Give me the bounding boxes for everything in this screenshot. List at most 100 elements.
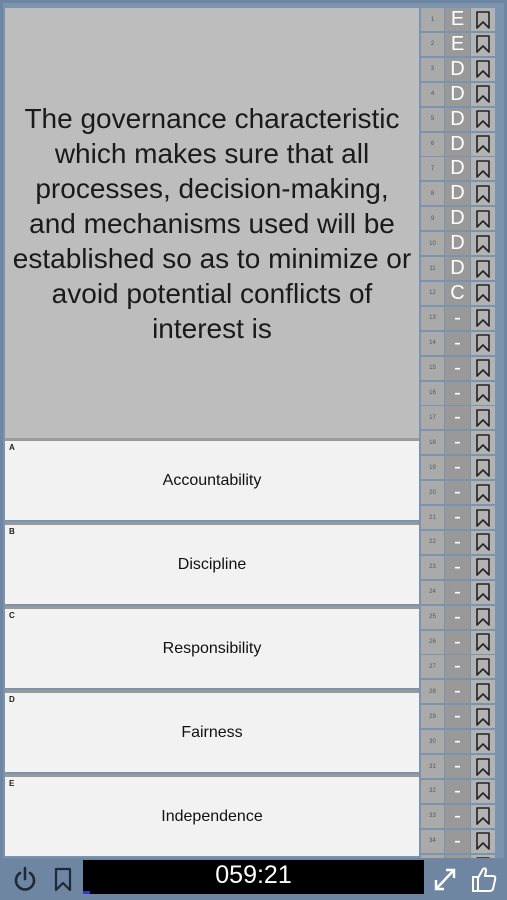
question-answer-status[interactable]: E [445,32,470,56]
question-number[interactable]: 17 [421,406,444,430]
question-answer-status[interactable]: - [445,555,470,579]
bookmark-icon[interactable] [471,431,495,455]
question-nav-row[interactable]: 27- [421,655,496,679]
question-number[interactable]: 28 [421,680,444,704]
bookmark-icon[interactable] [471,331,495,355]
bookmark-icon[interactable] [471,381,495,405]
bookmark-icon[interactable] [471,680,495,704]
question-number[interactable]: 15 [421,356,444,380]
question-number[interactable]: 33 [421,804,444,828]
question-answer-status[interactable]: - [445,630,470,654]
question-number[interactable]: 32 [421,779,444,803]
question-answer-status[interactable]: - [445,481,470,505]
question-answer-status[interactable]: D [445,257,470,280]
question-nav-row[interactable]: 1E [421,8,496,32]
answer-option-b[interactable]: B Discipline [5,522,419,604]
question-number[interactable]: 16 [421,381,444,405]
question-nav-row[interactable]: 28- [421,680,496,704]
bookmark-icon[interactable] [471,829,495,853]
question-number[interactable]: 22 [421,530,444,554]
question-nav-row[interactable]: 21- [421,506,496,530]
question-nav-row[interactable]: 19- [421,456,496,480]
question-nav-row[interactable]: 26- [421,630,496,655]
question-answer-status[interactable]: - [445,506,470,529]
question-nav-row[interactable]: 30- [421,730,496,754]
question-nav-row[interactable]: 10 D [421,232,496,256]
answer-option-e[interactable]: E Independence [5,774,419,856]
question-answer-status[interactable]: - [445,755,470,778]
question-answer-status[interactable]: C [445,281,470,305]
question-number[interactable]: 9 [421,207,444,231]
question-answer-status[interactable]: - [445,431,470,455]
question-nav-row[interactable]: 34- [421,829,496,854]
expand-icon[interactable] [432,865,458,893]
question-answer-status[interactable]: D [445,232,470,256]
question-answer-status[interactable]: - [445,306,470,330]
bookmark-icon[interactable] [471,306,495,330]
question-number[interactable]: 4 [421,82,444,106]
bookmark-icon[interactable] [471,157,495,181]
bookmark-icon[interactable] [471,655,495,679]
question-number[interactable]: 6 [421,132,444,156]
question-answer-status[interactable]: - [445,331,470,355]
bookmark-icon[interactable] [471,804,495,828]
answer-option-a[interactable]: A Accountability [5,438,419,520]
question-answer-status[interactable]: - [445,705,470,729]
question-answer-status[interactable]: - [445,406,470,430]
question-number[interactable]: 19 [421,456,444,480]
question-nav-row[interactable]: 20- [421,481,496,505]
question-nav-row[interactable]: 11 D [421,257,496,281]
bookmark-icon[interactable] [471,555,495,579]
question-nav-row[interactable]: 13- [421,306,496,331]
question-answer-status[interactable]: - [445,605,470,629]
question-number[interactable]: 7 [421,157,444,181]
question-nav-row[interactable]: 9D [421,207,496,231]
question-nav-row[interactable]: 3D [421,57,496,82]
question-nav-row[interactable]: 5D [421,107,496,132]
question-number[interactable]: 20 [421,481,444,505]
question-number[interactable]: 13 [421,306,444,330]
bookmark-icon[interactable] [471,32,495,56]
bookmark-icon[interactable] [471,107,495,131]
question-answer-status[interactable]: D [445,57,470,81]
question-nav-row[interactable]: 32- [421,779,496,804]
question-nav-row[interactable]: 22- [421,530,496,555]
question-nav-row[interactable]: 8D [421,182,496,206]
question-nav-row[interactable]: 25- [421,605,496,630]
question-number[interactable]: 14 [421,331,444,355]
question-nav-row[interactable]: 2E [421,32,496,57]
question-number[interactable]: 26 [421,630,444,654]
question-number[interactable]: 18 [421,431,444,455]
question-nav-row[interactable]: 4D [421,82,496,107]
question-answer-status[interactable]: - [445,779,470,803]
bookmark-icon[interactable] [471,182,495,206]
thumbs-up-icon[interactable] [470,864,498,894]
question-answer-status[interactable]: - [445,655,470,679]
question-number[interactable]: 12 [421,281,444,305]
question-nav-row[interactable]: 29- [421,705,496,729]
question-number[interactable]: 10 [421,232,444,256]
bookmark-icon[interactable] [471,356,495,380]
question-nav-row[interactable]: 15- [421,356,496,381]
bookmark-icon[interactable] [471,456,495,480]
question-answer-status[interactable]: - [445,381,470,405]
bookmark-icon[interactable] [471,605,495,629]
question-answer-status[interactable]: D [445,207,470,231]
question-nav-row[interactable]: 23- [421,555,496,580]
bookmark-icon[interactable] [471,481,495,505]
question-answer-status[interactable]: - [445,730,470,754]
question-nav-row[interactable]: 6D [421,132,496,157]
answer-option-d[interactable]: D Fairness [5,690,419,772]
bookmark-icon[interactable] [471,755,495,778]
question-answer-status[interactable]: - [445,804,470,828]
answer-option-c[interactable]: C Responsibility [5,606,419,688]
question-answer-status[interactable]: D [445,132,470,156]
question-number[interactable]: 29 [421,705,444,729]
question-number[interactable]: 5 [421,107,444,131]
bookmark-icon[interactable] [471,132,495,156]
question-number[interactable]: 34 [421,829,444,853]
question-number[interactable]: 3 [421,57,444,81]
question-answer-status[interactable]: - [445,356,470,380]
bookmark-icon[interactable] [471,281,495,305]
question-nav-row[interactable]: 16- [421,381,496,406]
